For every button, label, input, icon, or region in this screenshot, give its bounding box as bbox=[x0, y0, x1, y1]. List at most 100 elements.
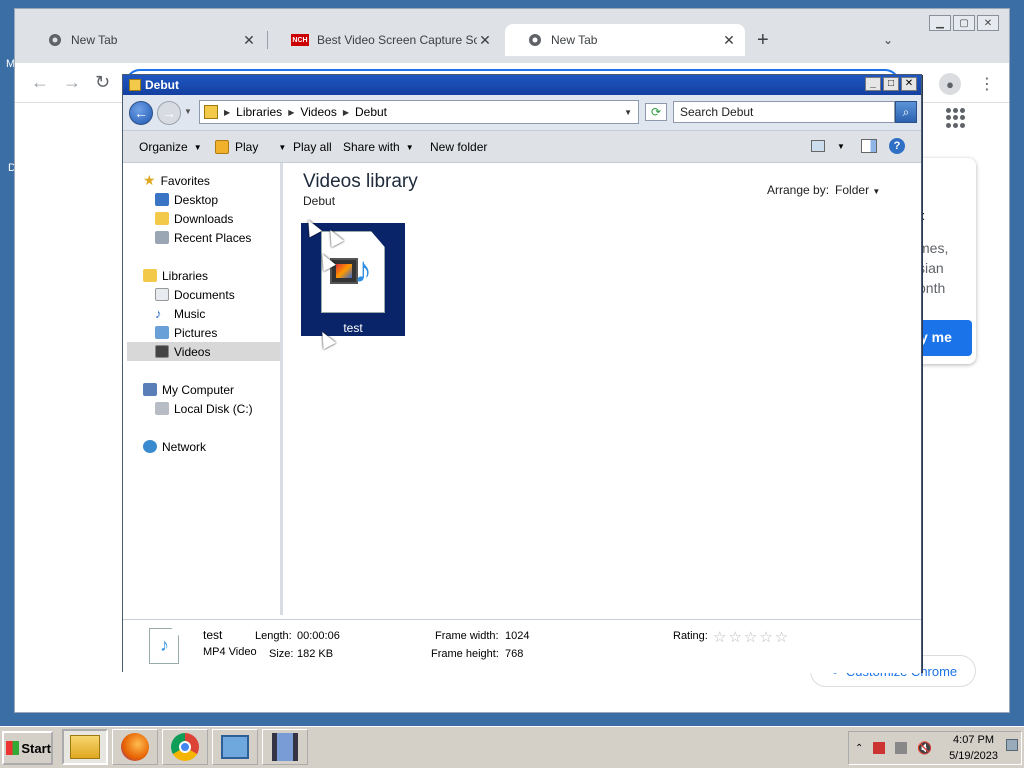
chevron-down-icon[interactable]: ▼ bbox=[837, 142, 845, 151]
search-input[interactable]: Search Debut bbox=[673, 101, 895, 123]
maximize-icon[interactable]: □ bbox=[883, 77, 899, 91]
nav-label: Favorites bbox=[160, 173, 210, 188]
preview-pane-icon[interactable] bbox=[861, 139, 877, 153]
search-button[interactable]: ⌕ bbox=[895, 101, 917, 123]
taskbar: Start ⌃ 🔇 4:07 PM 5/19/2023 bbox=[0, 726, 1024, 768]
tab-separator bbox=[267, 31, 268, 49]
title-bar[interactable]: Debut _ □ ✕ bbox=[123, 75, 921, 95]
nav-label: Network bbox=[162, 439, 207, 454]
new-tab-plus-icon[interactable]: + bbox=[757, 30, 769, 50]
detail-type: MP4 Video bbox=[203, 646, 257, 658]
breadcrumb-arrow-icon[interactable]: ▶ bbox=[288, 108, 294, 117]
taskbar-control-panel[interactable] bbox=[212, 729, 258, 765]
arrange-dropdown[interactable]: Folder ▼ bbox=[835, 183, 880, 197]
promo-line: sian bbox=[918, 260, 944, 276]
nav-desktop[interactable]: Desktop bbox=[127, 190, 280, 209]
nav-my-computer[interactable]: My Computer bbox=[127, 380, 280, 399]
maximize-icon[interactable]: ▢ bbox=[953, 15, 975, 31]
back-arrow-icon: ← bbox=[134, 105, 148, 121]
length-label: Length: bbox=[255, 630, 292, 642]
chevron-down-icon: ▼ bbox=[405, 142, 414, 152]
minimize-icon[interactable]: _ bbox=[865, 77, 881, 91]
frame-height-label: Frame height: bbox=[431, 648, 499, 660]
forward-arrow-icon[interactable]: → bbox=[63, 73, 81, 91]
breadcrumb-arrow-icon[interactable]: ▶ bbox=[224, 108, 230, 117]
security-alert-icon[interactable] bbox=[873, 742, 886, 754]
show-desktop-icon[interactable] bbox=[1006, 739, 1018, 751]
refresh-button[interactable]: ⟳ bbox=[645, 103, 667, 121]
nav-pictures[interactable]: Pictures bbox=[127, 323, 280, 342]
window-title: Debut bbox=[145, 78, 179, 92]
downloads-icon bbox=[155, 212, 169, 225]
forward-button[interactable]: → bbox=[157, 101, 181, 125]
promo-text: mes, sian onth bbox=[918, 238, 948, 298]
nav-videos[interactable]: Videos bbox=[127, 342, 280, 361]
taskbar-firefox[interactable] bbox=[112, 729, 158, 765]
nav-libraries[interactable]: Libraries bbox=[127, 266, 280, 285]
breadcrumb-item[interactable]: Libraries bbox=[236, 105, 282, 119]
nav-favorites[interactable]: ★ Favorites bbox=[127, 171, 280, 190]
clock[interactable]: 4:07 PM 5/19/2023 bbox=[949, 732, 998, 764]
menu-kebab-icon[interactable]: ⋮ bbox=[979, 74, 995, 94]
breadcrumb-item[interactable]: Videos bbox=[300, 105, 336, 119]
nav-recent-places[interactable]: Recent Places bbox=[127, 228, 280, 247]
volume-muted-icon[interactable]: 🔇 bbox=[917, 741, 932, 755]
recent-places-icon bbox=[155, 231, 169, 244]
desktop-icon bbox=[155, 193, 169, 206]
apps-grid-icon[interactable] bbox=[946, 108, 966, 128]
tab-best-video[interactable]: NCH Best Video Screen Capture Softw ✕ bbox=[269, 24, 501, 56]
taskbar-debut[interactable] bbox=[262, 729, 308, 765]
nav-local-disk[interactable]: Local Disk (C:) bbox=[127, 399, 280, 418]
file-item[interactable]: ♪ test bbox=[301, 223, 405, 336]
chrome-icon bbox=[527, 32, 543, 48]
nav-label: Desktop bbox=[174, 192, 219, 207]
tab-title: Best Video Screen Capture Softw bbox=[317, 33, 477, 47]
nch-icon: NCH bbox=[291, 34, 309, 46]
organize-button[interactable]: Organize ▼ bbox=[139, 140, 202, 154]
close-icon[interactable]: ✕ bbox=[977, 15, 999, 31]
reload-icon[interactable]: ↻ bbox=[95, 73, 110, 91]
nav-documents[interactable]: Documents bbox=[127, 285, 280, 304]
breadcrumb-arrow-icon[interactable]: ▶ bbox=[343, 108, 349, 117]
tab-new-tab-1[interactable]: New Tab ✕ bbox=[25, 24, 265, 56]
breadcrumb[interactable]: ▶ Libraries ▶ Videos ▶ Debut ▼ bbox=[199, 100, 639, 124]
chevron-down-icon[interactable]: ▼ bbox=[278, 143, 286, 152]
network-icon[interactable] bbox=[895, 742, 908, 754]
minimize-icon[interactable]: ▁ bbox=[929, 15, 951, 31]
profile-avatar-icon[interactable]: ● bbox=[939, 73, 961, 95]
close-icon[interactable]: ✕ bbox=[477, 32, 493, 49]
back-arrow-icon[interactable]: ← bbox=[31, 73, 49, 91]
arrange-label: Arrange by: bbox=[767, 183, 830, 197]
chrome-icon bbox=[47, 32, 63, 48]
music-note-icon: ♪ bbox=[354, 249, 372, 290]
help-icon[interactable]: ? bbox=[889, 138, 905, 154]
tab-search-chevron-icon[interactable]: ⌄ bbox=[883, 33, 893, 47]
back-button[interactable]: ← bbox=[129, 101, 153, 125]
play-all-button[interactable]: Play all bbox=[293, 140, 332, 154]
nav-downloads[interactable]: Downloads bbox=[127, 209, 280, 228]
tab-new-tab-active[interactable]: New Tab ✕ bbox=[505, 24, 745, 56]
taskbar-explorer[interactable] bbox=[62, 729, 108, 765]
start-label: Start bbox=[21, 740, 51, 756]
documents-icon bbox=[155, 288, 169, 301]
nav-music[interactable]: ♪ Music bbox=[127, 304, 280, 323]
nav-label: Downloads bbox=[174, 211, 234, 226]
nav-network[interactable]: Network bbox=[127, 437, 280, 456]
rating-stars[interactable]: ☆☆☆☆☆ bbox=[713, 628, 790, 646]
recent-pages-chevron-icon[interactable]: ▼ bbox=[184, 107, 192, 116]
close-icon[interactable]: ✕ bbox=[241, 32, 257, 49]
address-dropdown-icon[interactable]: ▼ bbox=[624, 108, 632, 117]
tab-title: New Tab bbox=[71, 33, 118, 47]
play-button[interactable]: Play ▼ bbox=[215, 140, 286, 154]
share-with-button[interactable]: Share with ▼ bbox=[343, 140, 414, 154]
tray-expand-icon[interactable]: ⌃ bbox=[855, 743, 863, 754]
new-folder-button[interactable]: New folder bbox=[430, 140, 487, 154]
nav-label: Libraries bbox=[162, 268, 209, 283]
start-button[interactable]: Start bbox=[2, 731, 53, 765]
taskbar-chrome[interactable] bbox=[162, 729, 208, 765]
view-options-icon[interactable] bbox=[811, 140, 825, 152]
chrome-window-controls: ▁ ▢ ✕ bbox=[929, 15, 999, 31]
close-icon[interactable]: ✕ bbox=[901, 77, 917, 91]
breadcrumb-item[interactable]: Debut bbox=[355, 105, 387, 119]
close-icon[interactable]: ✕ bbox=[721, 32, 737, 49]
